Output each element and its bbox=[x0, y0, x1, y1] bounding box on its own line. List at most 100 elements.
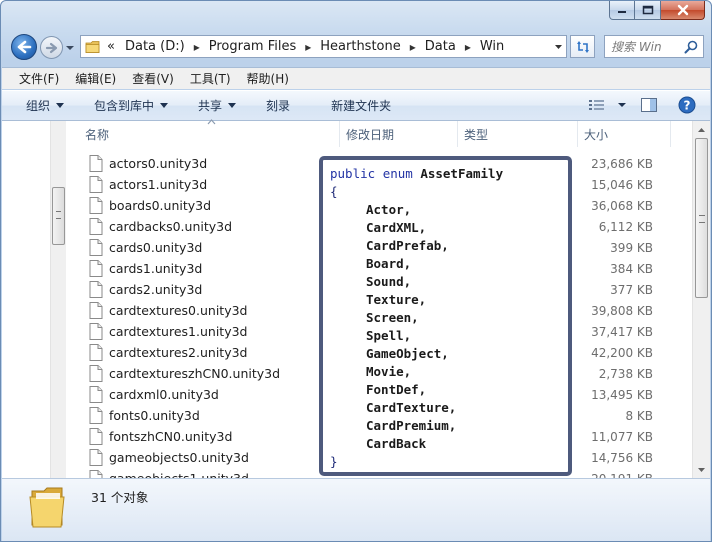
file-size: 13,495 KB bbox=[591, 387, 653, 402]
preview-pane-icon[interactable] bbox=[640, 97, 658, 113]
file-size: 15,046 KB bbox=[591, 177, 653, 192]
code-enum-member: Board, bbox=[366, 256, 412, 271]
column-header-type-label: 类型 bbox=[464, 127, 489, 142]
menu-help[interactable]: 帮助(H) bbox=[236, 70, 294, 87]
code-enum-member: Spell, bbox=[366, 328, 412, 343]
breadcrumb-separator-icon[interactable]: ▸ bbox=[410, 40, 416, 54]
breadcrumb-item[interactable]: Data bbox=[425, 39, 456, 54]
folder-icon bbox=[85, 40, 100, 53]
command-bar: 组织 包含到库中 共享 刻录 新建文件夹 ? bbox=[2, 90, 710, 121]
code-enum-member: CardPrefab, bbox=[366, 238, 449, 253]
column-header-size[interactable]: 大小 bbox=[578, 121, 671, 147]
help-icon[interactable]: ? bbox=[678, 96, 696, 114]
file-icon bbox=[89, 176, 103, 193]
column-header-size-label: 大小 bbox=[584, 127, 609, 142]
search-box[interactable] bbox=[604, 35, 704, 58]
code-enum-member: CardPremium, bbox=[366, 418, 457, 433]
minimize-button[interactable] bbox=[609, 1, 635, 20]
navigation-pane-scrollbar[interactable] bbox=[50, 121, 66, 478]
code-members: Actor, CardXML, CardPrefab, Board, Sound, Tex… bbox=[330, 201, 568, 453]
file-icon bbox=[89, 239, 103, 256]
organize-label: 组织 bbox=[26, 99, 51, 113]
burn-button[interactable]: 刻录 bbox=[266, 97, 290, 114]
scroll-down-button[interactable] bbox=[694, 461, 709, 478]
code-type-name: AssetFamily bbox=[420, 166, 504, 181]
code-keyword: public bbox=[330, 166, 376, 181]
file-list-scroll-thumb[interactable] bbox=[695, 138, 708, 298]
file-list-scrollbar[interactable] bbox=[692, 121, 710, 478]
file-icon bbox=[89, 365, 103, 382]
breadcrumb-item[interactable]: Data (D:) bbox=[125, 39, 185, 54]
file-icon bbox=[89, 428, 103, 445]
code-enum-member: Screen, bbox=[366, 310, 419, 325]
view-controls: ? bbox=[588, 96, 696, 114]
share-button[interactable]: 共享 bbox=[198, 97, 237, 114]
file-icon bbox=[89, 302, 103, 319]
address-controls bbox=[550, 36, 566, 57]
column-headers: 名称 修改日期 类型 大小 bbox=[67, 119, 689, 147]
navigation-pane-scroll-thumb[interactable] bbox=[52, 187, 65, 245]
file-icon bbox=[89, 449, 103, 466]
menu-edit[interactable]: 编辑(E) bbox=[64, 70, 121, 87]
file-size: 377 KB bbox=[610, 282, 653, 297]
organize-button[interactable]: 组织 bbox=[26, 97, 65, 114]
column-header-type[interactable]: 类型 bbox=[458, 121, 578, 147]
details-pane: 31 个对象 bbox=[2, 478, 710, 541]
menu-view[interactable]: 查看(V) bbox=[121, 70, 179, 87]
menu-tools[interactable]: 工具(T) bbox=[179, 70, 236, 87]
file-icon bbox=[89, 281, 103, 298]
new-folder-button[interactable]: 新建文件夹 bbox=[331, 97, 391, 114]
svg-text:?: ? bbox=[684, 99, 691, 113]
forward-button[interactable] bbox=[40, 36, 63, 59]
back-button[interactable] bbox=[11, 34, 37, 60]
address-history-dropdown[interactable] bbox=[550, 36, 566, 57]
maximize-icon bbox=[642, 5, 653, 15]
search-input[interactable] bbox=[611, 39, 679, 54]
file-size: 399 KB bbox=[610, 240, 653, 255]
code-enum-member: CardBack bbox=[366, 436, 427, 451]
code-declaration: public enum AssetFamily bbox=[330, 165, 568, 183]
breadcrumb-separator-icon[interactable]: ▸ bbox=[305, 40, 311, 54]
breadcrumb-item[interactable]: Hearthstone bbox=[320, 39, 400, 54]
share-label: 共享 bbox=[198, 99, 223, 113]
breadcrumb-item[interactable]: Program Files bbox=[209, 39, 297, 54]
item-count: 31 个对象 bbox=[91, 490, 149, 505]
search-icon[interactable] bbox=[684, 40, 698, 54]
close-button[interactable] bbox=[661, 1, 705, 20]
code-keyword: enum bbox=[382, 166, 413, 181]
view-options-icon[interactable] bbox=[588, 98, 606, 112]
breadcrumb-overflow-chevron[interactable]: « bbox=[107, 39, 115, 54]
recent-pages-dropdown-icon[interactable] bbox=[65, 45, 75, 51]
breadcrumb-item[interactable]: Win bbox=[480, 39, 504, 54]
code-open-brace: { bbox=[330, 184, 338, 199]
chevron-down-icon bbox=[554, 44, 562, 49]
menu-file[interactable]: 文件(F) bbox=[8, 70, 64, 87]
code-enum-member: GameObject, bbox=[366, 346, 449, 361]
file-icon bbox=[89, 260, 103, 277]
refresh-button[interactable] bbox=[570, 35, 595, 58]
column-header-modified[interactable]: 修改日期 bbox=[340, 121, 458, 147]
caption-buttons bbox=[609, 1, 705, 21]
maximize-button[interactable] bbox=[635, 1, 661, 20]
address-bar[interactable]: « Data (D:) ▸ Program Files ▸ Hearthston… bbox=[80, 35, 567, 58]
breadcrumb-separator-icon[interactable]: ▸ bbox=[465, 40, 471, 54]
column-header-name[interactable]: 名称 bbox=[67, 119, 340, 147]
breadcrumb-separator-icon[interactable]: ▸ bbox=[194, 40, 200, 54]
file-size: 6,112 KB bbox=[598, 219, 653, 234]
file-icon bbox=[89, 344, 103, 361]
file-icon bbox=[89, 407, 103, 424]
file-size: 23,686 KB bbox=[591, 156, 653, 171]
grip-icon bbox=[699, 215, 705, 223]
scroll-up-button[interactable] bbox=[694, 121, 709, 138]
view-dropdown-icon[interactable] bbox=[616, 101, 628, 109]
arrow-right-icon bbox=[45, 42, 57, 53]
code-close-brace: } bbox=[330, 454, 338, 469]
code-enum-member: Actor, bbox=[366, 202, 412, 217]
file-icon bbox=[89, 323, 103, 340]
chevron-down-icon bbox=[56, 103, 65, 108]
include-in-library-button[interactable]: 包含到库中 bbox=[94, 97, 169, 114]
minimize-icon bbox=[618, 11, 626, 13]
chevron-up-icon bbox=[698, 127, 705, 132]
file-size: 14,756 KB bbox=[591, 450, 653, 465]
file-icon bbox=[89, 218, 103, 235]
